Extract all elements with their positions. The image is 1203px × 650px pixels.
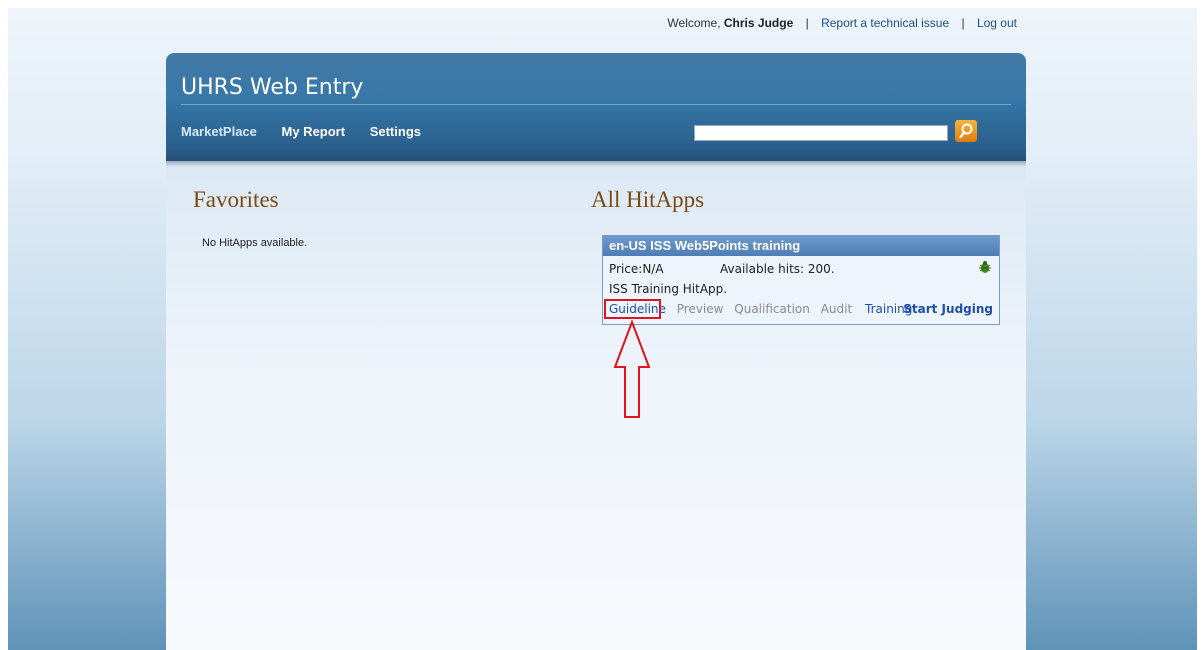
favorites-empty-text: No HitApps available. [202,237,308,249]
user-name: Chris Judge [723,16,794,30]
separator: | [805,16,809,30]
bug-icon[interactable] [977,259,993,275]
search-button[interactable] [955,120,977,142]
nav-settings[interactable]: Settings [370,124,421,139]
nav-my-report[interactable]: My Report [282,124,346,139]
header-divider [181,104,1011,105]
preview-link[interactable]: Preview [677,302,724,316]
top-links: Welcome, Chris Judge | Report a technica… [667,16,1017,30]
app-title: UHRS Web Entry [181,75,364,100]
guideline-highlight-box [604,299,661,319]
nav-marketplace[interactable]: MarketPlace [181,124,257,139]
search-input[interactable] [694,125,948,141]
audit-link[interactable]: Audit [821,302,852,316]
separator: | [961,16,965,30]
qualification-link[interactable]: Qualification [734,302,810,316]
main-container: UHRS Web Entry MarketPlace My Report Set… [166,53,1026,650]
hitapp-description: ISS Training HitApp. [609,282,728,296]
favorites-title: Favorites [193,187,279,212]
logout-link[interactable]: Log out [977,16,1017,30]
search-icon [959,123,973,139]
welcome-text: Welcome, [667,16,721,30]
main-nav: MarketPlace My Report Settings [181,124,442,139]
up-arrow-annotation [613,320,651,418]
hitapp-available-hits: Available hits: 200. [720,262,835,276]
all-hitapps-title: All HitApps [591,187,705,212]
start-judging-link[interactable]: Start Judging [903,302,993,316]
hitapp-name[interactable]: en-US ISS Web5Points training [603,236,999,256]
report-issue-link[interactable]: Report a technical issue [821,16,949,30]
hitapp-card: en-US ISS Web5Points training Price:N/A … [602,235,1000,325]
header: UHRS Web Entry MarketPlace My Report Set… [166,53,1026,161]
hitapp-price: Price:N/A [609,262,664,276]
